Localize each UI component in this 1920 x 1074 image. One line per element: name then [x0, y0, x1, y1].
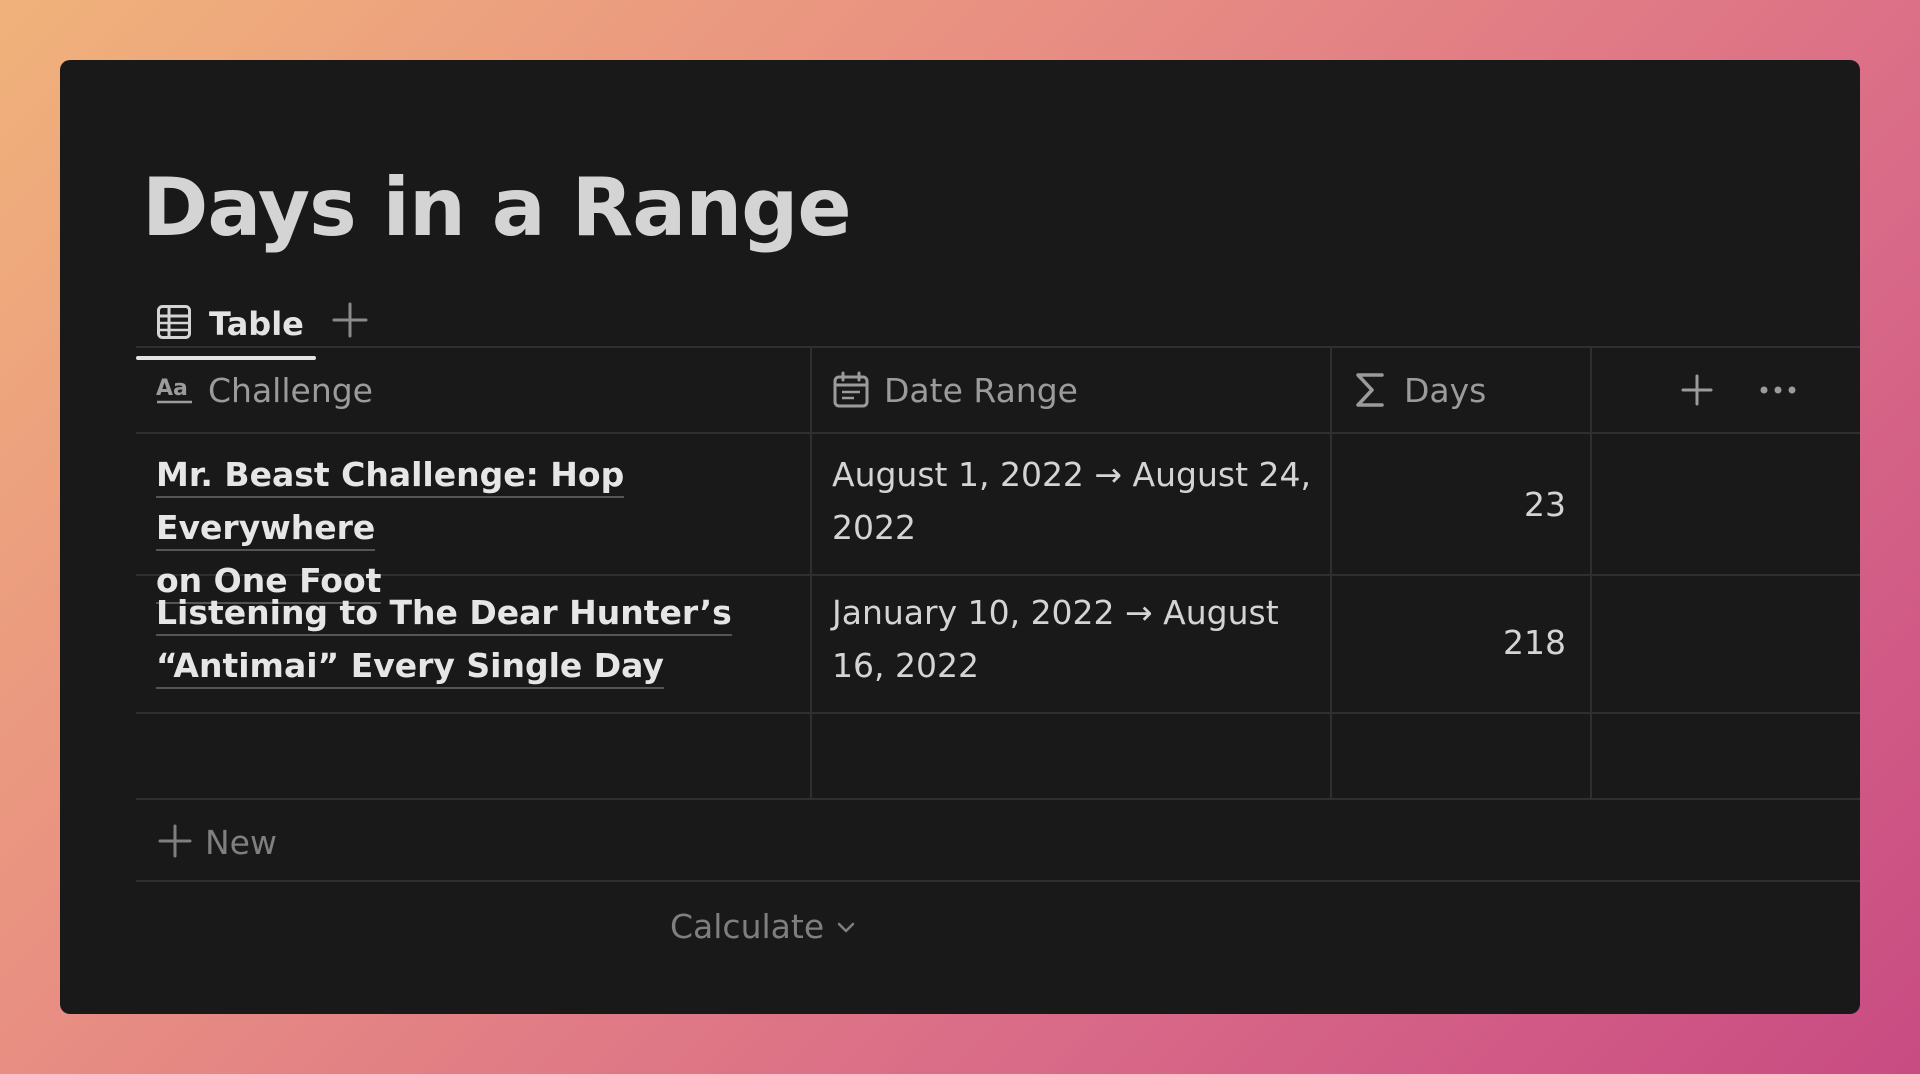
tab-table-label: Table: [209, 305, 304, 343]
calendar-icon: [833, 371, 869, 408]
calculate-label: Calculate: [670, 907, 825, 946]
database-window: Days in a Range Table Aa Challenge Date …: [60, 60, 1860, 1014]
days-cell[interactable]: 23: [1332, 488, 1566, 521]
date-range-cell[interactable]: January 10, 2022 → August 16, 2022: [832, 586, 1322, 692]
plus-icon: [158, 824, 192, 858]
ellipsis-icon[interactable]: [1758, 374, 1798, 406]
calculate-dropdown[interactable]: Calculate: [670, 910, 858, 943]
date-range-line: 2022: [832, 508, 916, 547]
date-range-line: 16, 2022: [832, 646, 979, 685]
empty-row[interactable]: [136, 714, 1860, 798]
date-range-cell[interactable]: August 1, 2022 → August 24, 2022: [832, 448, 1322, 554]
page-title: Days in a Range: [142, 161, 852, 254]
sigma-icon: [1356, 373, 1384, 407]
header-bottom-border: [136, 432, 1860, 434]
chevron-down-icon: [837, 922, 855, 932]
column-header-label: Days: [1404, 370, 1487, 410]
challenge-cell[interactable]: Listening to The Dear Hunter’s “Antimai”…: [156, 586, 796, 692]
days-cell[interactable]: 218: [1332, 626, 1566, 659]
svg-text:Aa: Aa: [156, 376, 188, 401]
new-row-label: New: [205, 823, 277, 862]
add-property-plus-icon[interactable]: [1679, 372, 1715, 408]
challenge-title-line: “Antimai” Every Single Day: [156, 646, 664, 689]
add-view-plus-icon[interactable]: [330, 300, 370, 340]
challenge-cell[interactable]: Mr. Beast Challenge: Hop Everywhere on O…: [156, 448, 796, 607]
challenge-title-line: Mr. Beast Challenge: Hop Everywhere: [156, 455, 625, 551]
new-row-button[interactable]: New: [136, 800, 1860, 882]
date-range-line: August 1, 2022 → August 24,: [832, 455, 1312, 494]
challenge-title-line: Listening to The Dear Hunter’s: [156, 593, 732, 636]
column-header-date-range[interactable]: Date Range: [832, 348, 1078, 432]
table-icon: [157, 305, 191, 339]
date-range-line: January 10, 2022 → August: [832, 593, 1279, 632]
text-type-icon: Aa: [156, 376, 192, 404]
column-header-label: Challenge: [208, 370, 373, 410]
column-header-days[interactable]: Days: [1352, 348, 1486, 432]
column-header-challenge[interactable]: Aa Challenge: [156, 348, 373, 432]
column-header-label: Date Range: [884, 370, 1078, 410]
